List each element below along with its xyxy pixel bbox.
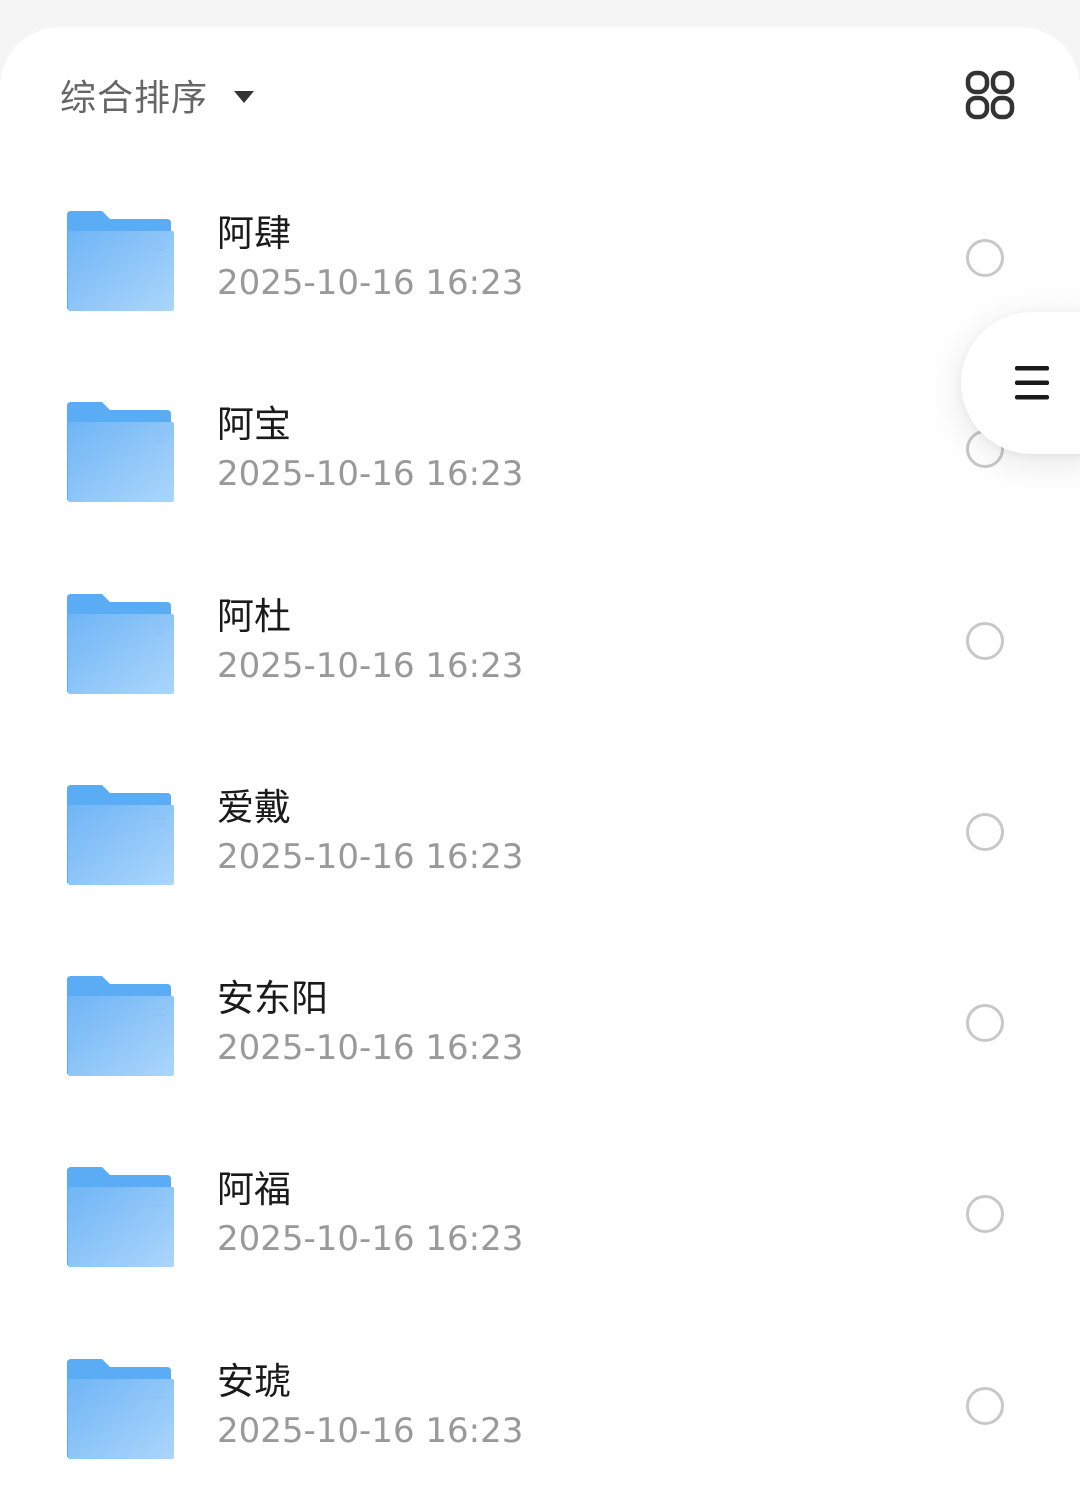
list-item[interactable]: 爱戴 2025-10-16 16:23 [0, 741, 1080, 932]
folder-icon [67, 211, 174, 311]
select-radio[interactable] [966, 1386, 1004, 1425]
file-name: 阿宝 [217, 403, 291, 447]
folder-icon [67, 1167, 174, 1268]
file-date: 2025-10-16 16:23 [217, 1219, 524, 1260]
folder-icon [67, 593, 174, 694]
toolbar: 综合排序 [0, 27, 1080, 167]
grid-view-icon [965, 70, 1015, 120]
file-list: 阿肆 2025-10-16 16:23 阿宝 2025-10-16 16:23 [0, 167, 1080, 1505]
file-date: 2025-10-16 16:23 [217, 1410, 524, 1451]
file-date: 2025-10-16 16:23 [217, 263, 524, 303]
menu-icon [1015, 366, 1049, 400]
sort-dropdown[interactable]: 综合排序 [60, 67, 255, 123]
list-item[interactable]: 安东阳 2025-10-16 16:23 [0, 932, 1080, 1123]
file-date: 2025-10-16 16:23 [217, 454, 524, 495]
list-item[interactable]: 阿福 2025-10-16 16:23 [0, 1123, 1080, 1314]
file-name: 安东阳 [217, 977, 328, 1021]
list-item[interactable]: 安琥 2025-10-16 16:23 [0, 1315, 1080, 1505]
file-date: 2025-10-16 16:23 [217, 645, 524, 686]
folder-icon [67, 1358, 174, 1459]
sort-label: 综合排序 [60, 78, 209, 119]
list-item[interactable]: 阿肆 2025-10-16 16:23 [0, 167, 1080, 358]
file-name: 阿肆 [217, 212, 291, 255]
caret-down-icon [234, 91, 255, 103]
folder-icon [67, 402, 174, 503]
folder-icon [67, 976, 174, 1077]
folder-icon [67, 784, 174, 885]
file-list-sheet: 综合排序 阿肆 2025-10-16 16:23 阿宝 2025-10-16 1… [0, 27, 1080, 1505]
select-radio[interactable] [966, 812, 1004, 851]
file-name: 安琥 [217, 1359, 291, 1403]
file-name: 阿杜 [217, 594, 291, 638]
file-name: 爱戴 [217, 785, 291, 829]
grid-view-toggle-button[interactable] [960, 67, 1020, 127]
list-item[interactable]: 阿杜 2025-10-16 16:23 [0, 550, 1080, 741]
select-radio[interactable] [966, 621, 1004, 660]
file-date: 2025-10-16 16:23 [217, 1028, 524, 1069]
select-radio[interactable] [966, 239, 1004, 277]
list-item[interactable]: 阿宝 2025-10-16 16:23 [0, 358, 1080, 549]
file-date: 2025-10-16 16:23 [217, 836, 524, 877]
select-radio[interactable] [966, 1004, 1004, 1043]
select-radio[interactable] [966, 1195, 1004, 1234]
file-name: 阿福 [217, 1168, 291, 1212]
